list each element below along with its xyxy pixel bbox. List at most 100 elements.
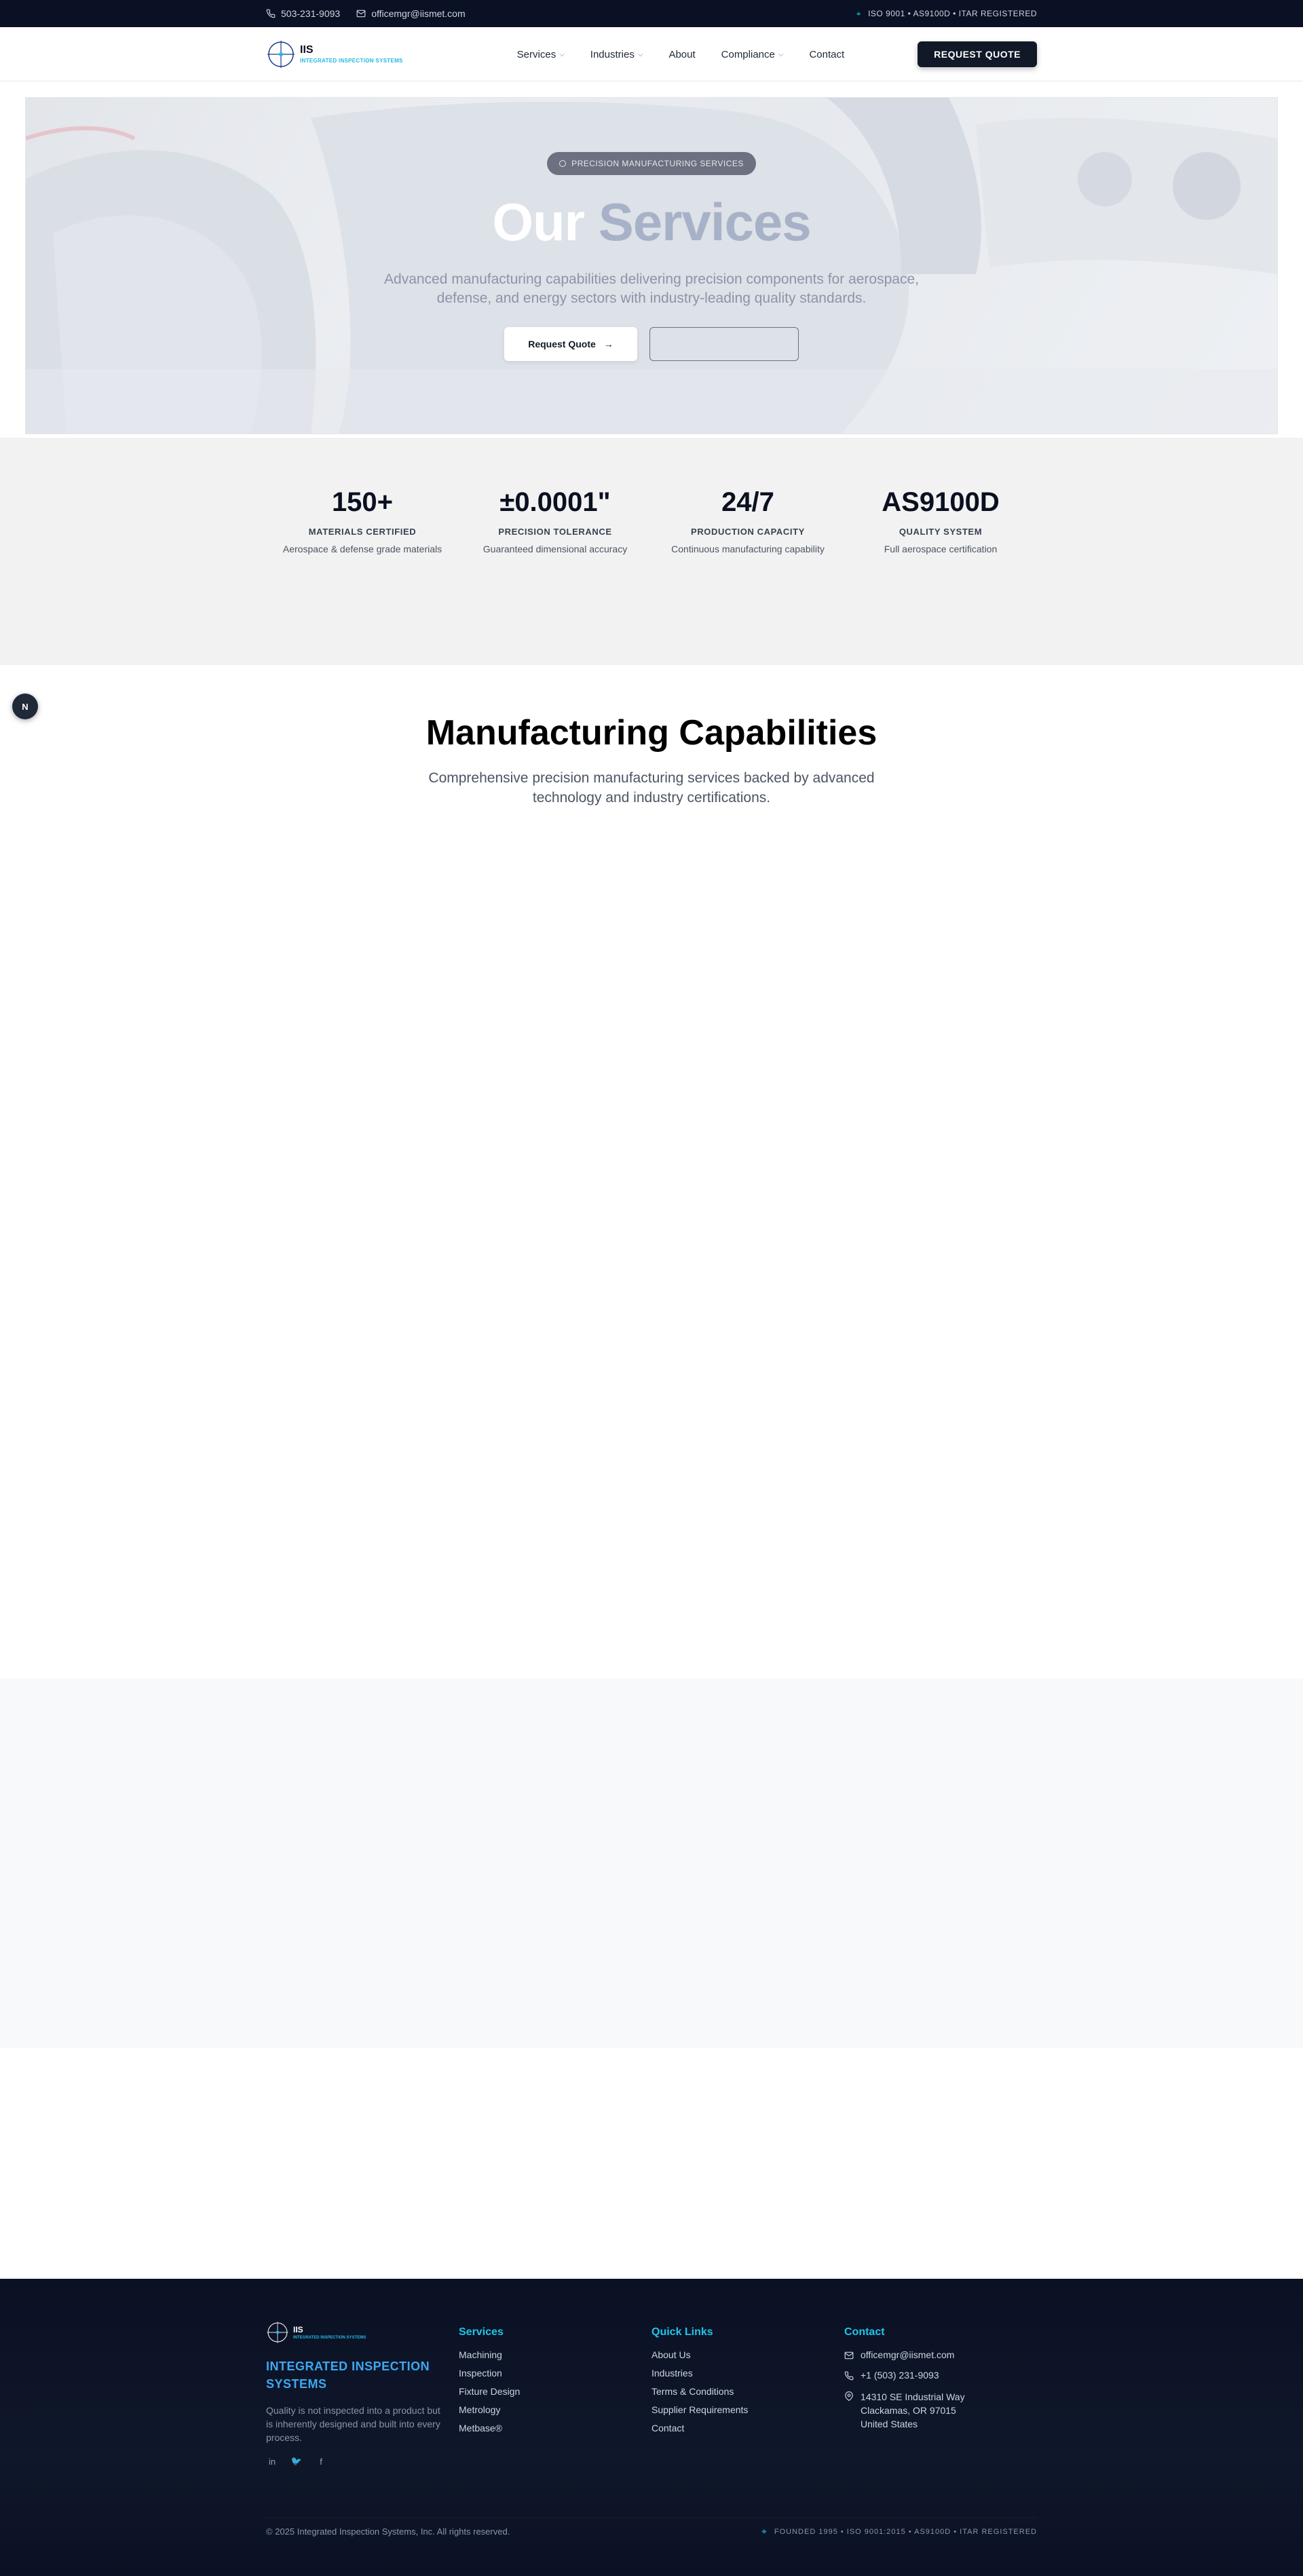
facebook-icon[interactable]: f: [315, 2455, 327, 2467]
footer-logo[interactable]: IIS INTEGRATED INSPECTION SYSTEMS: [266, 2321, 459, 2344]
address-line-2: Clackamas, OR 97015: [861, 2405, 956, 2416]
hero-title-word1: Our: [492, 192, 585, 252]
topbar-phone-text: 503-231-9093: [281, 8, 341, 19]
footer-contact-phone[interactable]: +1 (503) 231-9093: [844, 2370, 1037, 2381]
nav-compliance-label: Compliance: [721, 48, 775, 60]
footer-logo-abbreviation: IIS: [293, 2324, 303, 2334]
capabilities-section: Manufacturing Capabilities Comprehensive…: [0, 713, 1303, 808]
stat-materials: 150+ MATERIALS CERTIFIED Aerospace & def…: [266, 489, 459, 554]
footer-link-contact[interactable]: Contact: [652, 2423, 844, 2433]
map-pin-icon: [845, 2391, 853, 2401]
footer-phone-text: +1 (503) 231-9093: [861, 2370, 939, 2381]
copyright-text: © 2025 Integrated Inspection Systems, In…: [266, 2526, 510, 2537]
site-footer: IIS INTEGRATED INSPECTION SYSTEMS INTEGR…: [0, 2279, 1303, 2576]
logo-abbreviation: IIS: [300, 44, 314, 56]
nav-services-label: Services: [516, 48, 556, 60]
stat-quality: AS9100D QUALITY SYSTEM Full aerospace ce…: [844, 489, 1037, 554]
nav-industries-label: Industries: [590, 48, 635, 60]
chevron-down-icon: ⌵: [637, 50, 643, 58]
circle-icon: [559, 160, 567, 167]
crosshair-icon: ⌖: [856, 8, 862, 18]
crosshair-icon: ⌖: [761, 2526, 768, 2537]
request-quote-button[interactable]: REQUEST QUOTE: [918, 41, 1037, 67]
stat-description: Aerospace & defense grade materials: [282, 544, 442, 554]
capabilities-title: Manufacturing Capabilities: [426, 713, 877, 753]
footer-link-industries[interactable]: Industries: [652, 2368, 844, 2379]
hero-section: PRECISION MANUFACTURING SERVICES Our Ser…: [25, 97, 1278, 434]
nav-contact[interactable]: Contact: [809, 49, 844, 60]
linkedin-icon[interactable]: in: [266, 2455, 278, 2467]
footer-contact-email[interactable]: officemgr@iismet.com: [844, 2349, 1037, 2360]
footer-services-column: Services Machining Inspection Fixture De…: [459, 2321, 652, 2467]
content-band: [0, 1678, 1303, 2048]
twitter-icon[interactable]: 🐦: [290, 2455, 303, 2467]
stat-label: PRECISION TOLERANCE: [498, 527, 612, 537]
site-logo[interactable]: IIS INTEGRATED INSPECTION SYSTEMS: [266, 39, 403, 69]
stat-description: Continuous manufacturing capability: [671, 544, 825, 554]
nav-industries[interactable]: Industries ⌵: [590, 49, 643, 60]
site-header: IIS INTEGRATED INSPECTION SYSTEMS Servic…: [0, 27, 1303, 81]
footer-email-text: officemgr@iismet.com: [861, 2349, 955, 2360]
hero-badge: PRECISION MANUFACTURING SERVICES: [547, 152, 756, 175]
footer-link-terms[interactable]: Terms & Conditions: [652, 2386, 844, 2397]
footer-link-machining[interactable]: Machining: [459, 2349, 652, 2360]
crosshair-logo-icon: [267, 41, 295, 68]
chevron-down-icon: ⌵: [778, 50, 784, 58]
footer-contact-title: Contact: [844, 2326, 885, 2338]
stat-value: 150+: [331, 487, 394, 517]
nav-services[interactable]: Services ⌵: [517, 49, 565, 60]
footer-credentials-text: FOUNDED 1995 • ISO 9001:2015 • AS9100D •…: [774, 2527, 1037, 2536]
footer-link-metrology[interactable]: Metrology: [459, 2404, 652, 2415]
stat-label: MATERIALS CERTIFIED: [308, 527, 417, 537]
hero-title: Our Services: [492, 195, 811, 248]
phone-icon: [266, 9, 276, 18]
mail-icon: [356, 10, 366, 18]
footer-quicklinks-column: Quick Links About Us Industries Terms & …: [652, 2321, 844, 2467]
footer-tagline: Quality is not inspected into a product …: [266, 2405, 440, 2443]
topbar-certifications: ISO 9001 • AS9100D • ITAR REGISTERED: [868, 9, 1037, 18]
logo-full-name: INTEGRATED INSPECTION SYSTEMS: [300, 58, 403, 64]
phone-icon: [844, 2371, 854, 2381]
nav-about-label: About: [668, 48, 696, 60]
topbar-email[interactable]: officemgr@iismet.com: [356, 8, 466, 19]
footer-link-about[interactable]: About Us: [652, 2349, 844, 2360]
stats-section: 150+ MATERIALS CERTIFIED Aerospace & def…: [0, 438, 1303, 665]
address-line-1: 14310 SE Industrial Way: [861, 2391, 965, 2402]
footer-bottom-bar: © 2025 Integrated Inspection Systems, In…: [266, 2518, 1037, 2545]
footer-link-fixture-design[interactable]: Fixture Design: [459, 2386, 652, 2397]
hero-request-quote-label: Request Quote: [528, 339, 596, 349]
stat-label: QUALITY SYSTEM: [899, 527, 983, 537]
main-nav: Services ⌵ Industries ⌵ About Compliance…: [517, 49, 844, 60]
footer-credentials: ⌖ FOUNDED 1995 • ISO 9001:2015 • AS9100D…: [761, 2526, 1037, 2537]
footer-link-inspection[interactable]: Inspection: [459, 2368, 652, 2379]
stat-value: AS9100D: [882, 487, 1000, 517]
footer-contact-column: Contact officemgr@iismet.com +1 (503) 23…: [844, 2321, 1037, 2467]
footer-link-supplier-requirements[interactable]: Supplier Requirements: [652, 2404, 844, 2415]
nav-compliance[interactable]: Compliance ⌵: [721, 49, 784, 60]
stat-description: Guaranteed dimensional accuracy: [483, 544, 628, 554]
capabilities-subtitle: Comprehensive precision manufacturing se…: [428, 770, 875, 806]
footer-brand-column: IIS INTEGRATED INSPECTION SYSTEMS INTEGR…: [266, 2321, 459, 2467]
footer-logo-full-name: INTEGRATED INSPECTION SYSTEMS: [293, 2335, 366, 2340]
stat-value: 24/7: [721, 487, 774, 517]
stat-label: PRODUCTION CAPACITY: [691, 527, 805, 537]
footer-link-metbase[interactable]: Metbase®: [459, 2423, 652, 2433]
address-line-3: United States: [861, 2419, 918, 2429]
footer-contact-address: 14310 SE Industrial Way Clackamas, OR 97…: [844, 2390, 1037, 2431]
crosshair-logo-icon: [267, 2322, 288, 2343]
nav-about[interactable]: About: [668, 49, 695, 60]
chevron-down-icon: ⌵: [559, 50, 565, 58]
stat-value: ±0.0001": [499, 487, 611, 517]
top-contact-bar: 503-231-9093 officemgr@iismet.com ⌖ ISO …: [0, 0, 1303, 27]
stat-description: Full aerospace certification: [884, 544, 998, 554]
hero-request-quote-button[interactable]: Request Quote →: [504, 327, 637, 361]
hero-badge-text: PRECISION MANUFACTURING SERVICES: [571, 159, 744, 168]
hero-subtitle: Advanced manufacturing capabilities deli…: [384, 271, 919, 306]
stat-tolerance: ±0.0001" PRECISION TOLERANCE Guaranteed …: [459, 489, 652, 554]
hero-title-word2: Services: [598, 192, 812, 252]
topbar-phone[interactable]: 503-231-9093: [266, 8, 340, 19]
footer-company-name: INTEGRATED INSPECTION SYSTEMS: [266, 2360, 430, 2391]
mail-icon: [844, 2351, 854, 2360]
footer-services-title: Services: [459, 2326, 504, 2338]
hero-secondary-button[interactable]: [649, 327, 799, 361]
